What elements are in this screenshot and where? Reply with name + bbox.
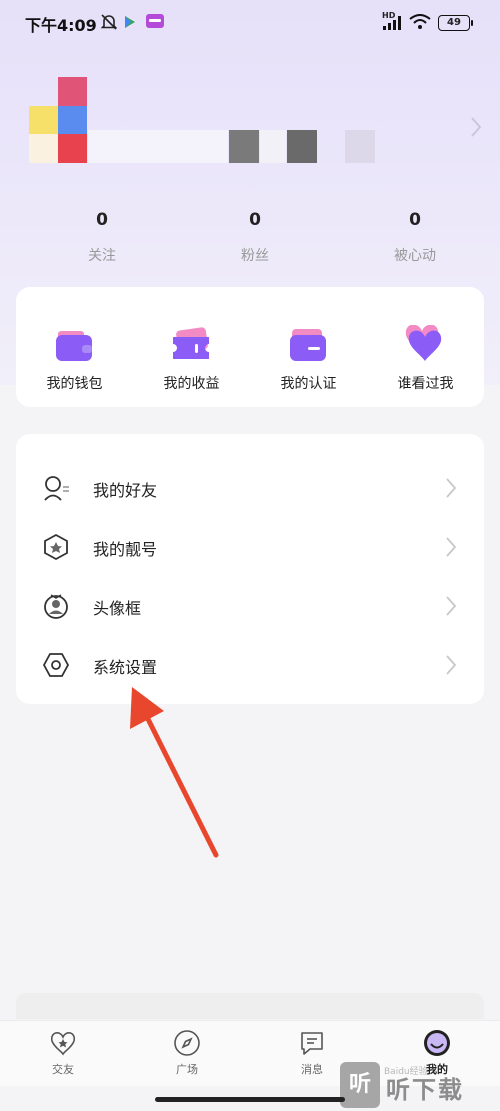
nickname-blurred <box>229 130 259 163</box>
nickname-blurred <box>345 130 375 163</box>
quick-action-visitors[interactable]: 谁看过我 <box>367 287 484 407</box>
signal-icon <box>383 16 401 30</box>
quick-actions-card: 我的钱包 我的收益 我的认证 谁看过我 <box>16 287 484 407</box>
chevron-right-icon <box>446 478 457 498</box>
app-notification-icon <box>146 14 164 28</box>
stat-label: 被心动 <box>394 248 436 264</box>
menu-item-label: 头像框 <box>93 599 142 618</box>
heart-icon <box>405 325 442 361</box>
nickname-blurred <box>287 130 317 163</box>
status-bar: 下午4:09 HD 49 <box>0 0 500 46</box>
stat-value: 0 <box>249 210 261 230</box>
profile-face-icon <box>424 1030 450 1056</box>
quick-action-label: 我的钱包 <box>46 376 103 392</box>
quick-action-label: 谁看过我 <box>397 376 454 392</box>
watermark-logo: 听 <box>340 1062 380 1108</box>
wifi-icon <box>409 14 431 29</box>
message-icon <box>301 1032 323 1055</box>
menu-item-settings[interactable]: 系统设置 <box>16 635 484 693</box>
avatar-pixel <box>29 106 58 135</box>
compass-icon <box>174 1030 200 1056</box>
annotation-arrow-icon <box>130 687 219 858</box>
menu-item-label: 我的好友 <box>93 481 158 500</box>
tab-label: 广场 <box>176 1063 198 1076</box>
home-indicator[interactable] <box>155 1097 345 1102</box>
avatar-pixel <box>58 77 87 106</box>
avatar-frame-icon <box>44 594 68 619</box>
nickname-blurred <box>260 130 286 163</box>
watermark: 听 Baidu经验 听下载 <box>340 1062 500 1108</box>
quick-action-earnings[interactable]: 我的收益 <box>133 287 250 407</box>
menu-item-label: 系统设置 <box>93 658 158 677</box>
menu-item-avatar-frame[interactable]: 头像框 <box>16 576 484 634</box>
badge-icon <box>44 533 68 561</box>
friends-icon <box>44 476 69 501</box>
chevron-right-icon <box>446 655 457 675</box>
stat-fans[interactable]: 0 粉丝 <box>195 205 315 265</box>
chevron-right-icon <box>446 596 457 616</box>
quick-action-verify[interactable]: 我的认证 <box>250 287 367 407</box>
content-edge <box>16 993 484 1019</box>
tab-friends[interactable]: 交友 <box>18 1029 108 1077</box>
profile-stats: 0 关注 0 粉丝 0 被心动 <box>0 205 500 275</box>
avatar-pixel <box>58 106 87 135</box>
avatar-pixel <box>58 134 87 163</box>
menu-item-label: 我的靓号 <box>93 540 158 559</box>
profile-chevron-right-icon[interactable] <box>470 116 482 138</box>
quick-action-wallet[interactable]: 我的钱包 <box>16 287 133 407</box>
menu-item-pretty-id[interactable]: 我的靓号 <box>16 517 484 575</box>
heart-star-icon <box>50 1032 76 1056</box>
tab-label: 交友 <box>52 1063 74 1076</box>
watermark-text: 听下载 <box>386 1076 464 1104</box>
menu-card: 我的好友 我的靓号 头像框 系统设置 <box>16 434 484 704</box>
stat-label: 粉丝 <box>241 248 269 264</box>
stat-label: 关注 <box>88 248 116 264</box>
stat-following[interactable]: 0 关注 <box>42 205 162 265</box>
quick-action-label: 我的收益 <box>163 376 220 392</box>
quick-action-label: 我的认证 <box>280 376 337 392</box>
tab-square[interactable]: 广场 <box>142 1029 232 1077</box>
chevron-right-icon <box>446 537 457 557</box>
id-card-icon <box>290 329 326 361</box>
nickname-blurred <box>88 130 228 163</box>
play-store-icon <box>125 16 135 28</box>
stat-value: 0 <box>409 210 421 230</box>
stat-liked[interactable]: 0 被心动 <box>355 205 475 265</box>
bell-off-icon <box>101 14 117 30</box>
status-time: 下午4:09 <box>25 16 97 35</box>
stat-value: 0 <box>96 210 108 230</box>
menu-item-friends[interactable]: 我的好友 <box>16 458 484 516</box>
ticket-icon <box>173 327 209 359</box>
wallet-icon <box>56 331 92 361</box>
battery-indicator: 49 <box>438 15 473 31</box>
avatar-pixel <box>29 134 58 163</box>
avatar[interactable] <box>29 77 87 163</box>
settings-icon <box>42 653 70 677</box>
